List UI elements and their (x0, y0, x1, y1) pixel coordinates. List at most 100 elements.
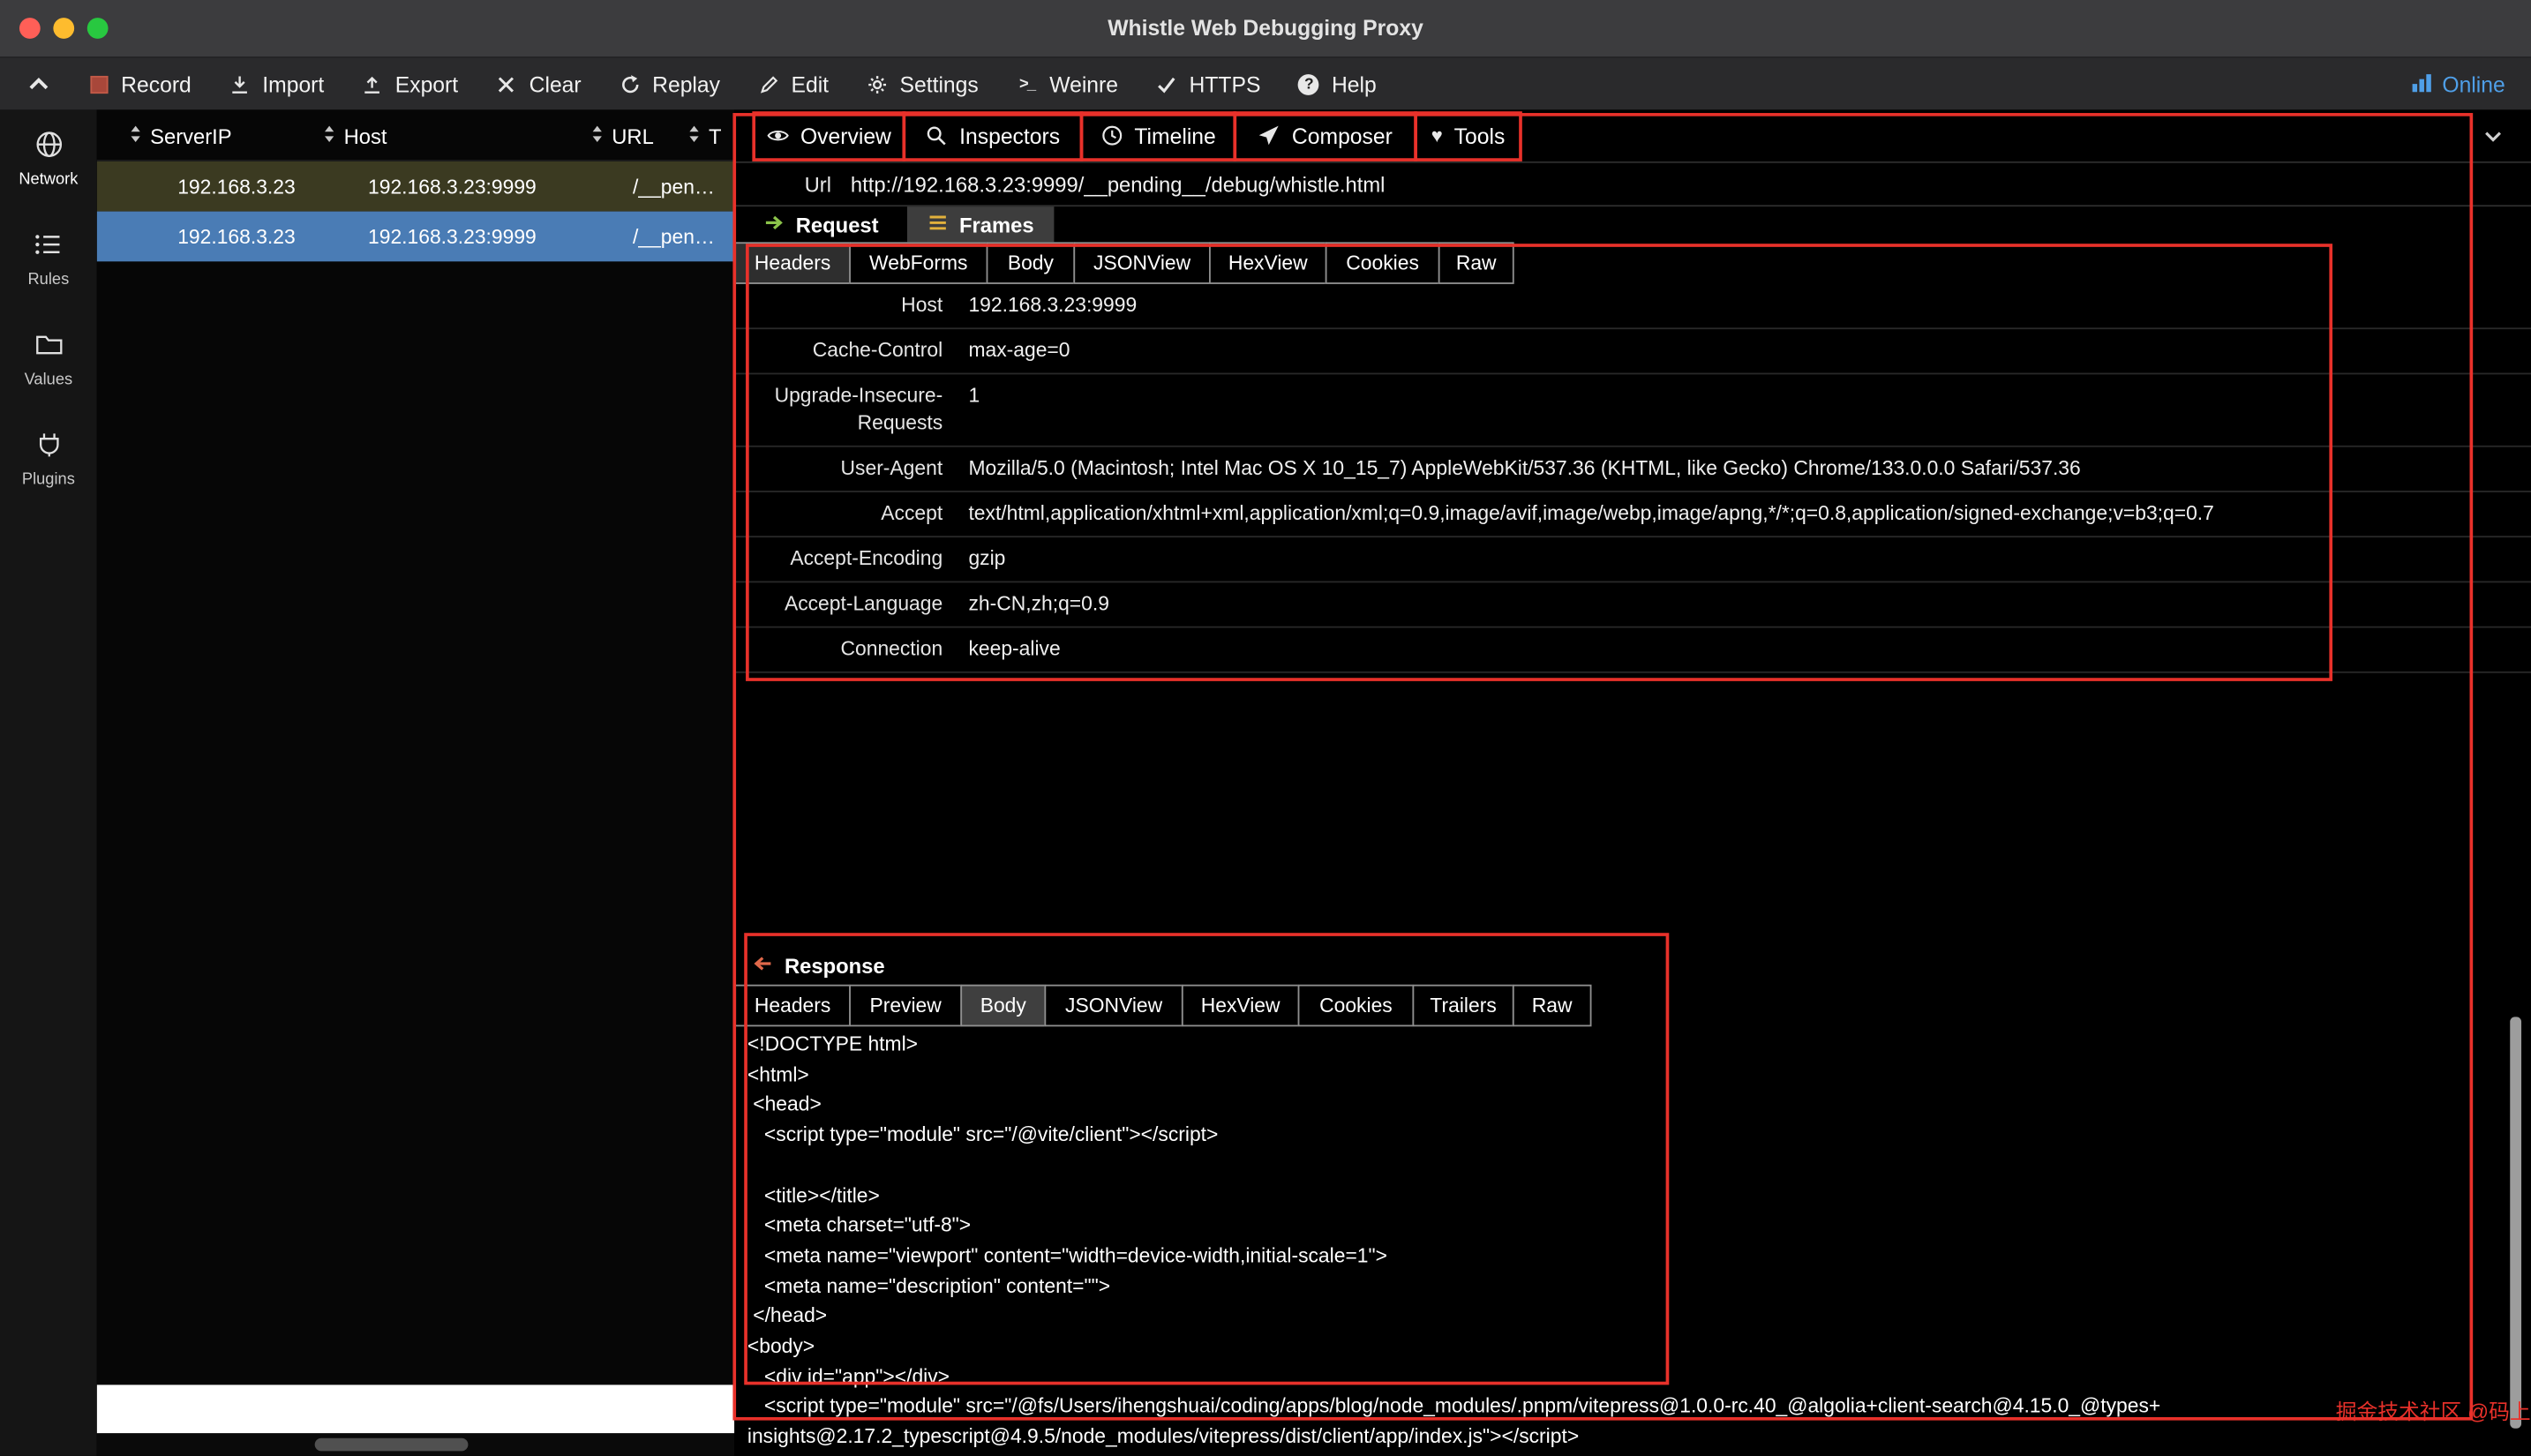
filter-input[interactable] (97, 1385, 734, 1433)
menu-item-replay[interactable]: Replay (619, 71, 720, 95)
sort-arrows-icon (323, 124, 336, 147)
request-subtab-raw[interactable]: Raw (1438, 242, 1514, 284)
request-header-row: Cache-Controlmax-age=0 (734, 329, 2531, 374)
network-table-rows: 192.168.3.23192.168.3.23:9999/__pen…192.… (97, 161, 734, 261)
frames-list-icon (927, 211, 950, 238)
network-table-header: ServerIP Host URL T (97, 109, 734, 161)
sidebar-item-values[interactable]: Values (25, 329, 73, 389)
column-header-label: URL (612, 124, 654, 147)
menu-item-weinre[interactable]: >_ Weinre (1016, 71, 1118, 95)
response-subtab-hexview[interactable]: HexView (1182, 985, 1300, 1027)
request-subtab-hexview[interactable]: HexView (1209, 242, 1327, 284)
response-subtab-trailers[interactable]: Trailers (1412, 985, 1513, 1027)
header-value: 1 (968, 374, 2531, 445)
menu-item-label: Clear (529, 71, 582, 95)
sidebar-item-network[interactable]: Network (19, 129, 78, 189)
sidebar-item-plugins[interactable]: Plugins (22, 430, 75, 490)
header-name: Upgrade-Insecure-Requests (734, 374, 968, 445)
header-name: Connection (734, 628, 968, 672)
menubar: Record Import Export Clear Replay Edit Setting… (0, 58, 2531, 110)
tab-label: Overview (800, 124, 891, 147)
response-subtab-headers[interactable]: Headers (734, 985, 851, 1027)
minimize-button[interactable] (53, 18, 74, 39)
response-body-line: <script type="module" src="/@fs/Users/ih… (747, 1392, 2529, 1422)
request-subtab-body[interactable]: Body (987, 242, 1076, 284)
response-body-line: <title></title> (747, 1181, 2529, 1211)
request-list-row[interactable]: 192.168.3.23192.168.3.23:9999/__pen… (97, 212, 734, 262)
sort-arrows-icon (129, 124, 142, 147)
orange-left-arrow-icon (751, 952, 774, 979)
tab-inspectors[interactable]: Inspectors (902, 110, 1083, 161)
request-header-row: User-AgentMozilla/5.0 (Macintosh; Intel … (734, 447, 2531, 492)
response-body-line: <script type="module" src="/@vite/client… (747, 1121, 2529, 1151)
request-headers-table: Host192.168.3.23:9999Cache-Controlmax-ag… (734, 284, 2531, 673)
horizontal-scrollbar-thumb[interactable] (315, 1438, 469, 1452)
weinre-icon: >_ (1016, 72, 1039, 95)
response-subtabs: HeadersPreviewBodyJSONViewHexViewCookies… (734, 985, 1591, 1027)
menu-item-clear[interactable]: Clear (495, 71, 581, 95)
request-subtab-cookies[interactable]: Cookies (1326, 242, 1440, 284)
vertical-scrollbar-thumb[interactable] (2510, 1017, 2521, 1428)
horizontal-scrollbar[interactable] (97, 1433, 734, 1456)
column-header-url[interactable]: URL (590, 109, 653, 161)
column-header-label: ServerIP (150, 124, 232, 147)
menu-item-export[interactable]: Export (361, 71, 458, 95)
column-header-host[interactable]: Host (323, 109, 387, 161)
clock-icon (1100, 124, 1123, 147)
column-header-serverip[interactable]: ServerIP (129, 109, 231, 161)
header-value: keep-alive (968, 628, 2531, 672)
chevron-down-icon[interactable] (2481, 124, 2505, 148)
tab-composer[interactable]: Composer (1233, 110, 1417, 161)
response-subtab-body[interactable]: Body (960, 985, 1046, 1027)
header-name: Accept-Encoding (734, 537, 968, 581)
menu-item-edit[interactable]: Edit (757, 71, 829, 95)
response-body-line (747, 1151, 2529, 1181)
menu-item-label: Weinre (1049, 71, 1118, 95)
header-value: gzip (968, 537, 2531, 581)
tab-timeline[interactable]: Timeline (1080, 110, 1236, 161)
request-subtab-webforms[interactable]: WebForms (849, 242, 988, 284)
sort-arrows-icon (687, 124, 701, 147)
menu-item-help[interactable]: ?Help (1298, 71, 1377, 95)
sidebar-item-rules[interactable]: Rules (27, 229, 69, 289)
column-header-label: Host (344, 124, 387, 147)
https-icon (1155, 72, 1178, 95)
sidebar-item-label: Plugins (22, 471, 75, 489)
response-body-source[interactable]: <!DOCTYPE html><html> <head> <script typ… (747, 1030, 2529, 1452)
response-subtab-preview[interactable]: Preview (849, 985, 962, 1027)
menu-item-settings[interactable]: Settings (866, 71, 979, 95)
online-status[interactable]: Online (2410, 71, 2505, 98)
tab-frames[interactable]: Frames (907, 206, 1053, 242)
sidebar-item-label: Network (19, 171, 78, 189)
header-name: User-Agent (734, 447, 968, 491)
request-header-row: Host192.168.3.23:9999 (734, 284, 2531, 329)
header-value: max-age=0 (968, 329, 2531, 372)
response-subtab-jsonview[interactable]: JSONView (1044, 985, 1183, 1027)
cell-url: /__pen… (633, 175, 715, 198)
column-header-t[interactable]: T (687, 109, 721, 161)
request-subtab-headers[interactable]: Headers (734, 242, 851, 284)
network-globe-icon (33, 129, 64, 164)
zoom-button[interactable] (87, 18, 109, 39)
response-body-line: <body> (747, 1332, 2529, 1362)
request-header-row: Upgrade-Insecure-Requests1 (734, 374, 2531, 447)
menu-item-label: Replay (652, 71, 720, 95)
tab-overview[interactable]: Overview (752, 110, 905, 161)
close-button[interactable] (19, 18, 41, 39)
response-title: Response (785, 954, 885, 978)
request-list-row[interactable]: 192.168.3.23192.168.3.23:9999/__pen… (97, 161, 734, 212)
response-subtab-raw[interactable]: Raw (1513, 985, 1592, 1027)
request-frames-tabs: Request Frames (734, 206, 1053, 242)
tab-request[interactable]: Request (744, 206, 897, 242)
header-value: 192.168.3.23:9999 (968, 284, 2531, 327)
caret-up-icon[interactable] (26, 71, 51, 96)
tab-tools[interactable]: ♥Tools (1414, 110, 1522, 161)
request-subtab-jsonview[interactable]: JSONView (1073, 242, 1210, 284)
response-body-line: <div id="app"></div> (747, 1362, 2529, 1392)
menu-item-import[interactable]: Import (229, 71, 324, 95)
magnifier-icon (926, 124, 949, 147)
menu-item-https[interactable]: HTTPS (1155, 71, 1260, 95)
menu-item-record[interactable]: Record (87, 71, 192, 95)
request-header-row: Connectionkeep-alive (734, 628, 2531, 673)
response-subtab-cookies[interactable]: Cookies (1298, 985, 1415, 1027)
